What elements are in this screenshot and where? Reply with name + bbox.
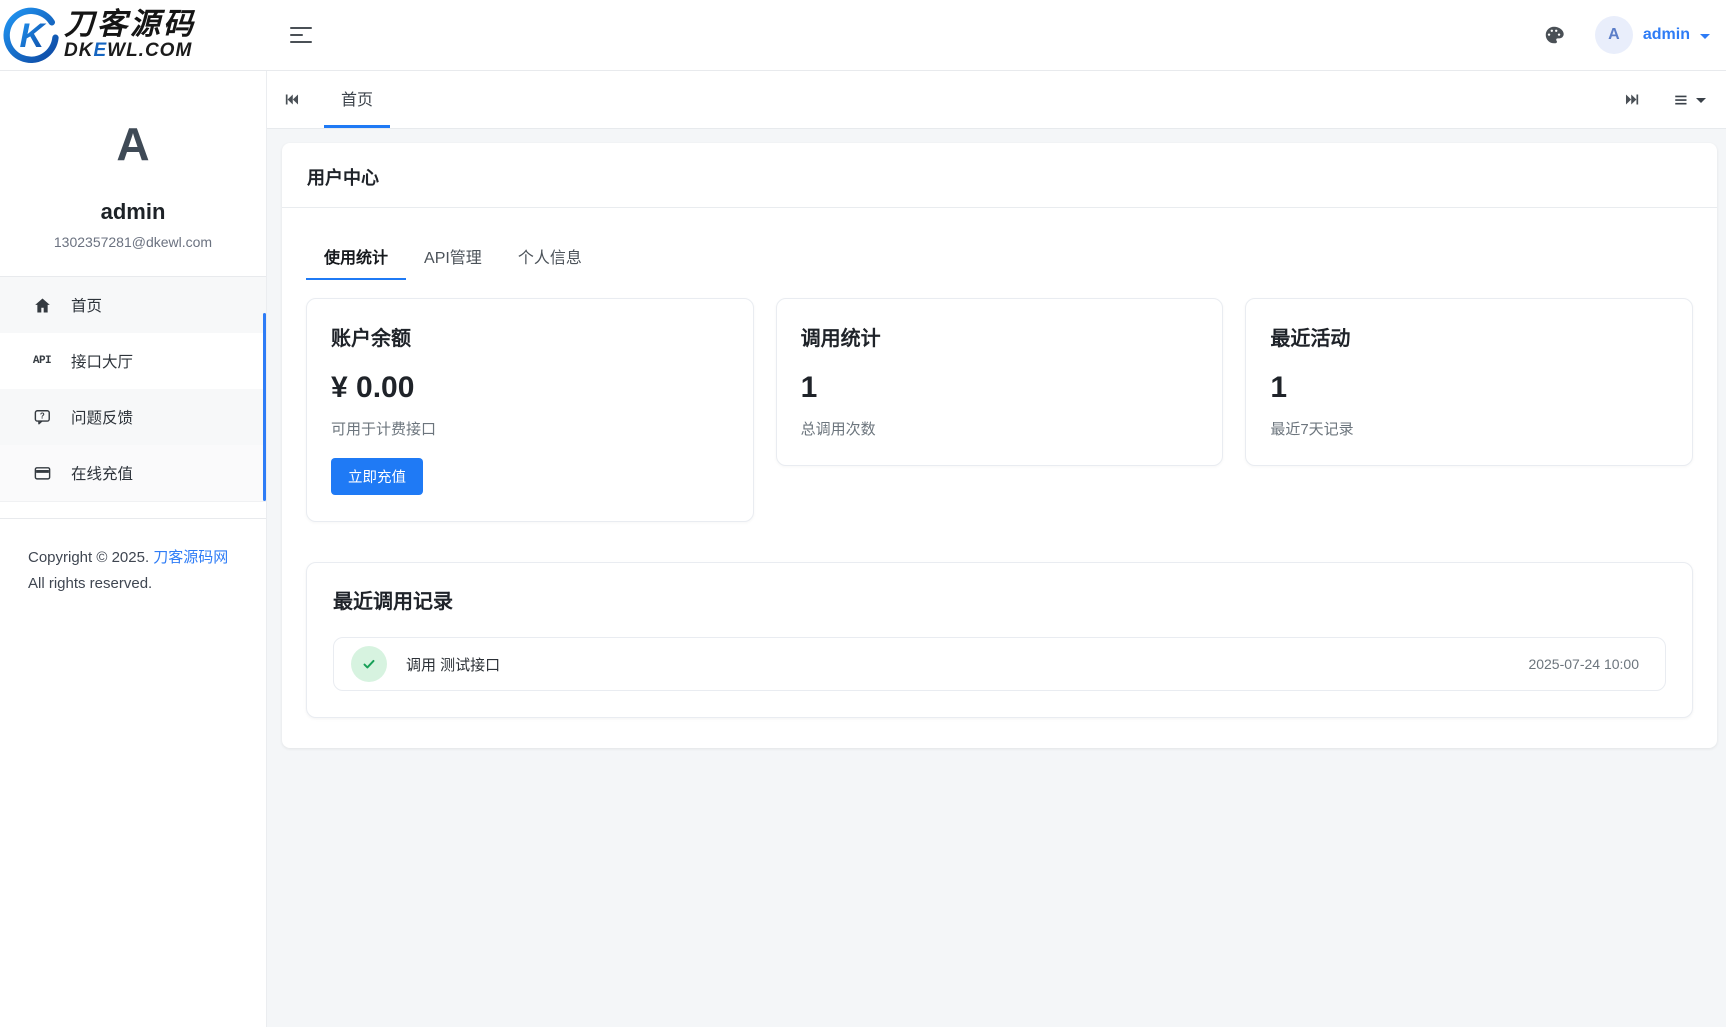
sidebar-profile: A admin 1302357281@dkewl.com xyxy=(0,71,266,276)
logo-title: 刀客源码 xyxy=(64,10,196,40)
palette-icon xyxy=(1543,24,1565,46)
tab-personal-info[interactable]: 个人信息 xyxy=(500,234,600,280)
app-logo[interactable]: K 刀客源码 DKEWL.COM xyxy=(0,6,272,64)
profile-name: admin xyxy=(0,199,266,225)
user-center-tabs: 使用统计 API管理 个人信息 xyxy=(306,234,1693,280)
tab-api-management[interactable]: API管理 xyxy=(406,234,500,280)
stat-title: 调用统计 xyxy=(801,322,1199,351)
feedback-icon: ? xyxy=(30,408,54,427)
sidebar-item-feedback[interactable]: ? 问题反馈 xyxy=(0,389,266,445)
stat-title: 最近活动 xyxy=(1270,322,1668,351)
logo-subtitle-part: DK xyxy=(64,40,93,61)
tab-usage-stats[interactable]: 使用统计 xyxy=(306,234,406,280)
tab-home[interactable]: 首页 xyxy=(324,71,390,128)
home-icon xyxy=(30,296,54,315)
chevron-down-icon xyxy=(1696,98,1706,103)
api-icon: API xyxy=(30,355,54,367)
logo-text: 刀客源码 DKEWL.COM xyxy=(64,10,196,60)
profile-email: 1302357281@dkewl.com xyxy=(0,234,266,250)
rights-line: All rights reserved. xyxy=(28,571,246,597)
sidebar-item-label: 首页 xyxy=(71,294,102,316)
copyright-line: Copyright © 2025. 刀客源码网 xyxy=(28,545,246,571)
stat-value: 1 xyxy=(801,371,1199,405)
sidebar-toggle-hamburger-icon[interactable] xyxy=(290,22,312,48)
stat-caption: 总调用次数 xyxy=(801,418,1199,439)
sidebar-item-label: 问题反馈 xyxy=(71,406,133,428)
logo-subtitle: DKEWL.COM xyxy=(64,41,196,60)
stat-card-calls: 调用统计 1 总调用次数 xyxy=(776,298,1224,466)
stat-value: ¥ 0.00 xyxy=(331,371,729,405)
check-icon xyxy=(360,655,378,673)
svg-text:?: ? xyxy=(39,411,44,420)
logo-subtitle-part-blue: E xyxy=(93,40,107,61)
user-menu[interactable]: A admin xyxy=(1595,16,1710,54)
logo-swoosh-icon: K xyxy=(2,6,60,64)
copyright-site-link[interactable]: 刀客源码网 xyxy=(153,549,228,566)
stat-title: 账户余额 xyxy=(331,322,729,351)
recharge-now-button[interactable]: 立即充值 xyxy=(331,458,423,495)
logo-letter: K xyxy=(19,17,46,55)
page-content: 用户中心 使用统计 API管理 个人信息 账户余额 ¥ 0.00 可用于计费接口… xyxy=(267,129,1726,768)
recent-calls-card: 最近调用记录 调用 测试接口 2025-07-24 10:00 xyxy=(306,562,1693,718)
sidebar-item-api-hall[interactable]: API 接口大厅 xyxy=(0,333,266,389)
scroll-left-icon[interactable] xyxy=(281,71,302,128)
main-area: 首页 用户中心 使用统计 API管理 个人信息 xyxy=(267,71,1726,1027)
stat-value: 1 xyxy=(1270,371,1668,405)
stats-row: 账户余额 ¥ 0.00 可用于计费接口 立即充值 调用统计 1 总调用次数 最近… xyxy=(306,298,1693,522)
recent-calls-title: 最近调用记录 xyxy=(333,585,1666,614)
page-tabstrip: 首页 xyxy=(267,71,1726,129)
copyright-text: Copyright © 2025. xyxy=(28,549,149,566)
call-record-row: 调用 测试接口 2025-07-24 10:00 xyxy=(333,637,1666,691)
sidebar-copyright: Copyright © 2025. 刀客源码网 All rights reser… xyxy=(0,518,266,598)
chevron-down-icon xyxy=(1700,34,1710,39)
user-center-card: 用户中心 使用统计 API管理 个人信息 账户余额 ¥ 0.00 可用于计费接口… xyxy=(282,143,1717,748)
profile-avatar-letter: A xyxy=(0,121,266,167)
sidebar: A admin 1302357281@dkewl.com 首页 API 接口大厅 xyxy=(0,71,267,1027)
user-avatar: A xyxy=(1595,16,1633,54)
stat-caption: 可用于计费接口 xyxy=(331,418,729,439)
sidebar-item-label: 接口大厅 xyxy=(71,350,133,372)
record-timestamp: 2025-07-24 10:00 xyxy=(1528,656,1639,672)
stat-card-balance: 账户余额 ¥ 0.00 可用于计费接口 立即充值 xyxy=(306,298,754,522)
sidebar-item-home[interactable]: 首页 xyxy=(0,277,266,333)
username-label: admin xyxy=(1643,26,1690,44)
tab-menu-icon[interactable] xyxy=(1671,91,1708,109)
topbar: K 刀客源码 DKEWL.COM A admin xyxy=(0,0,1726,71)
page-title: 用户中心 xyxy=(282,143,1717,208)
stat-card-recent-activity: 最近活动 1 最近7天记录 xyxy=(1245,298,1693,466)
logo-subtitle-part: WL.COM xyxy=(107,40,192,61)
sidebar-item-label: 在线充值 xyxy=(71,462,133,484)
sidebar-menu: 首页 API 接口大厅 ? 问题反馈 xyxy=(0,276,266,502)
sidebar-scrollbar-thumb[interactable] xyxy=(263,313,266,501)
theme-palette-button[interactable] xyxy=(1543,24,1565,46)
scroll-right-icon[interactable] xyxy=(1622,91,1643,108)
recharge-icon xyxy=(30,464,54,483)
record-text: 调用 测试接口 xyxy=(406,654,500,675)
success-status-badge xyxy=(351,646,387,682)
sidebar-item-recharge[interactable]: 在线充值 xyxy=(0,445,266,501)
stat-caption: 最近7天记录 xyxy=(1270,418,1668,439)
